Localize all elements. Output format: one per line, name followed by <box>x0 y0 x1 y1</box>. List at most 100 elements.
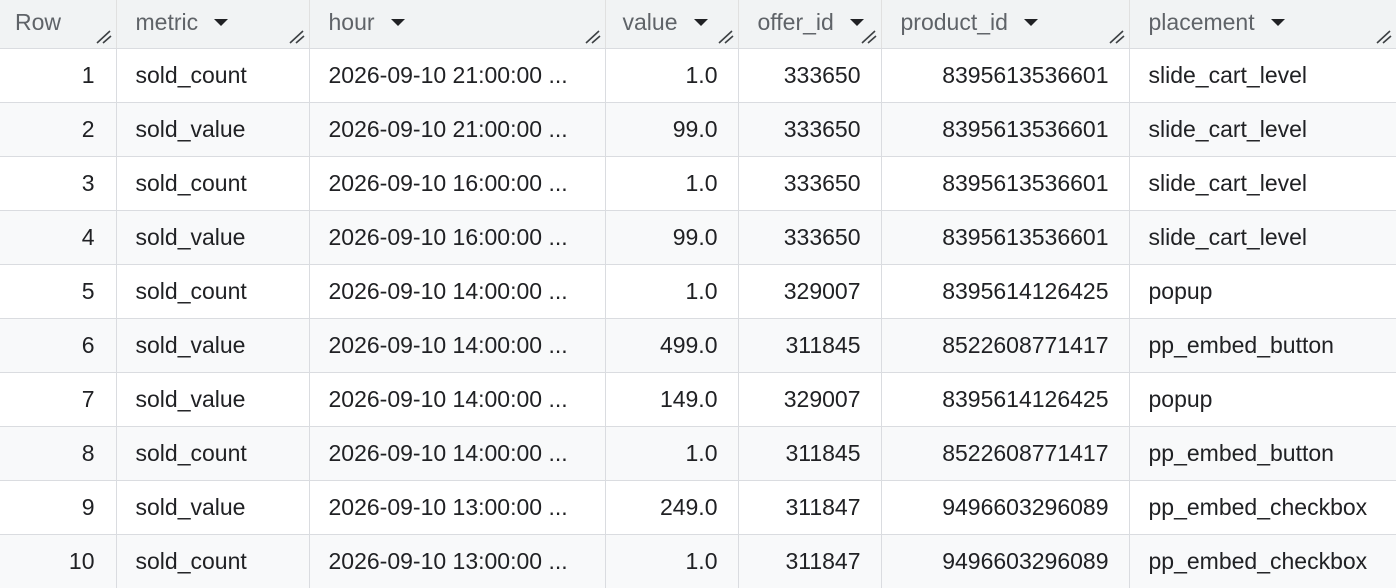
table-row[interactable]: 2 sold_value 2026-09-10 21:00:00 ... 99.… <box>0 102 1396 157</box>
cell-product-id[interactable]: 8395613536601 <box>881 210 1130 265</box>
table-row[interactable]: 5 sold_count 2026-09-10 14:00:00 ... 1.0… <box>0 264 1396 319</box>
cell-offer-id[interactable]: 311847 <box>738 534 882 588</box>
chevron-down-icon[interactable] <box>849 18 864 26</box>
table-body: 1 sold_count 2026-09-10 21:00:00 ... 1.0… <box>0 48 1396 588</box>
cell-value[interactable]: 1.0 <box>605 48 739 103</box>
cell-placement[interactable]: popup <box>1129 264 1396 319</box>
cell-product-id[interactable]: 8395614126425 <box>881 372 1130 427</box>
cell-hour[interactable]: 2026-09-10 14:00:00 ... <box>309 318 606 373</box>
cell-hour[interactable]: 2026-09-10 21:00:00 ... <box>309 102 606 157</box>
cell-placement[interactable]: pp_embed_button <box>1129 318 1396 373</box>
row-number: 10 <box>0 534 117 588</box>
cell-placement[interactable]: pp_embed_checkbox <box>1129 534 1396 588</box>
cell-value[interactable]: 1.0 <box>605 426 739 481</box>
cell-offer-id[interactable]: 311845 <box>738 426 882 481</box>
column-header-offer-id[interactable]: offer_id <box>738 0 882 49</box>
table-row[interactable]: 8 sold_count 2026-09-10 14:00:00 ... 1.0… <box>0 426 1396 481</box>
cell-metric[interactable]: sold_count <box>116 264 310 319</box>
cell-metric[interactable]: sold_count <box>116 426 310 481</box>
row-number: 7 <box>0 372 117 427</box>
cell-value[interactable]: 1.0 <box>605 156 739 211</box>
cell-metric[interactable]: sold_value <box>116 372 310 427</box>
cell-offer-id[interactable]: 329007 <box>738 264 882 319</box>
row-number: 6 <box>0 318 117 373</box>
cell-value[interactable]: 249.0 <box>605 480 739 535</box>
chevron-down-icon[interactable] <box>214 18 229 26</box>
cell-placement[interactable]: popup <box>1129 372 1396 427</box>
cell-metric[interactable]: sold_value <box>116 102 310 157</box>
cell-value[interactable]: 149.0 <box>605 372 739 427</box>
results-table: Row metric hour value offer_id product_i… <box>0 0 1396 588</box>
cell-placement[interactable]: pp_embed_checkbox <box>1129 480 1396 535</box>
cell-value[interactable]: 499.0 <box>605 318 739 373</box>
cell-offer-id[interactable]: 333650 <box>738 156 882 211</box>
cell-offer-id[interactable]: 333650 <box>738 210 882 265</box>
cell-product-id[interactable]: 8522608771417 <box>881 318 1130 373</box>
cell-hour[interactable]: 2026-09-10 14:00:00 ... <box>309 426 606 481</box>
cell-offer-id[interactable]: 311845 <box>738 318 882 373</box>
cell-hour[interactable]: 2026-09-10 14:00:00 ... <box>309 264 606 319</box>
table-row[interactable]: 7 sold_value 2026-09-10 14:00:00 ... 149… <box>0 372 1396 427</box>
cell-product-id[interactable]: 8395613536601 <box>881 102 1130 157</box>
cell-placement[interactable]: slide_cart_level <box>1129 102 1396 157</box>
row-number: 9 <box>0 480 117 535</box>
column-header-row: Row <box>0 0 117 49</box>
cell-product-id[interactable]: 8395614126425 <box>881 264 1130 319</box>
chevron-down-icon[interactable] <box>1023 18 1038 26</box>
cell-product-id[interactable]: 8395613536601 <box>881 48 1130 103</box>
table-row[interactable]: 3 sold_count 2026-09-10 16:00:00 ... 1.0… <box>0 156 1396 211</box>
column-resize-icon[interactable] <box>288 29 305 44</box>
cell-hour[interactable]: 2026-09-10 14:00:00 ... <box>309 372 606 427</box>
cell-product-id[interactable]: 9496603296089 <box>881 480 1130 535</box>
cell-metric[interactable]: sold_value <box>116 480 310 535</box>
cell-product-id[interactable]: 8395613536601 <box>881 156 1130 211</box>
column-resize-icon[interactable] <box>1376 29 1392 44</box>
column-header-product-id[interactable]: product_id <box>881 0 1130 49</box>
cell-metric[interactable]: sold_value <box>116 210 310 265</box>
cell-hour[interactable]: 2026-09-10 21:00:00 ... <box>309 48 606 103</box>
column-header-hour[interactable]: hour <box>309 0 606 49</box>
cell-hour[interactable]: 2026-09-10 13:00:00 ... <box>309 534 606 588</box>
column-resize-icon[interactable] <box>584 29 601 44</box>
cell-product-id[interactable]: 8522608771417 <box>881 426 1130 481</box>
cell-offer-id[interactable]: 333650 <box>738 102 882 157</box>
cell-offer-id[interactable]: 329007 <box>738 372 882 427</box>
cell-hour[interactable]: 2026-09-10 16:00:00 ... <box>309 156 606 211</box>
chevron-down-icon[interactable] <box>1270 18 1285 26</box>
chevron-down-icon[interactable] <box>693 18 708 26</box>
column-header-label: value <box>622 8 678 35</box>
column-resize-icon[interactable] <box>717 29 734 44</box>
cell-placement[interactable]: slide_cart_level <box>1129 156 1396 211</box>
cell-metric[interactable]: sold_count <box>116 534 310 588</box>
cell-offer-id[interactable]: 311847 <box>738 480 882 535</box>
table-row[interactable]: 9 sold_value 2026-09-10 13:00:00 ... 249… <box>0 480 1396 535</box>
table-row[interactable]: 4 sold_value 2026-09-10 16:00:00 ... 99.… <box>0 210 1396 265</box>
cell-value[interactable]: 99.0 <box>605 102 739 157</box>
cell-product-id[interactable]: 9496603296089 <box>881 534 1130 588</box>
table-row[interactable]: 6 sold_value 2026-09-10 14:00:00 ... 499… <box>0 318 1396 373</box>
column-header-placement[interactable]: placement <box>1129 0 1396 49</box>
row-number: 4 <box>0 210 117 265</box>
row-number: 1 <box>0 48 117 103</box>
cell-placement[interactable]: pp_embed_button <box>1129 426 1396 481</box>
cell-metric[interactable]: sold_count <box>116 156 310 211</box>
cell-placement[interactable]: slide_cart_level <box>1129 48 1396 103</box>
table-row[interactable]: 1 sold_count 2026-09-10 21:00:00 ... 1.0… <box>0 48 1396 103</box>
cell-placement[interactable]: slide_cart_level <box>1129 210 1396 265</box>
cell-hour[interactable]: 2026-09-10 16:00:00 ... <box>309 210 606 265</box>
cell-metric[interactable]: sold_count <box>116 48 310 103</box>
column-resize-icon[interactable] <box>860 29 877 44</box>
column-header-value[interactable]: value <box>605 0 739 49</box>
column-header-metric[interactable]: metric <box>116 0 310 49</box>
chevron-down-icon[interactable] <box>390 18 405 26</box>
cell-value[interactable]: 1.0 <box>605 264 739 319</box>
column-header-label: product_id <box>900 8 1008 35</box>
column-resize-icon[interactable] <box>1108 29 1125 44</box>
column-resize-icon[interactable] <box>95 29 112 44</box>
cell-hour[interactable]: 2026-09-10 13:00:00 ... <box>309 480 606 535</box>
cell-value[interactable]: 1.0 <box>605 534 739 588</box>
table-row[interactable]: 10 sold_count 2026-09-10 13:00:00 ... 1.… <box>0 534 1396 588</box>
cell-metric[interactable]: sold_value <box>116 318 310 373</box>
cell-value[interactable]: 99.0 <box>605 210 739 265</box>
cell-offer-id[interactable]: 333650 <box>738 48 882 103</box>
